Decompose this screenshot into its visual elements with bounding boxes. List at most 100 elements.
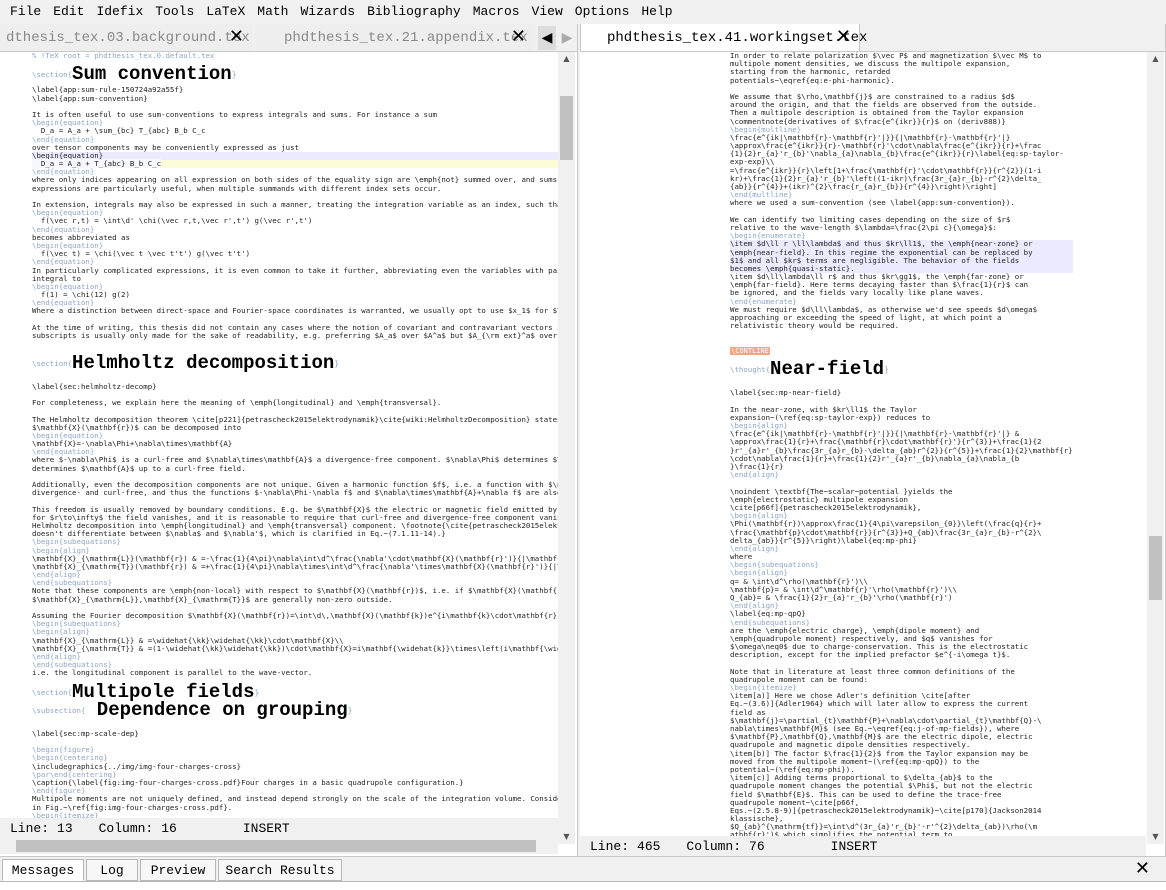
code-line[interactable]: over tensor components may be convenient… [32, 143, 558, 152]
code-line[interactable]: $\mathbf{X}(\mathbf{r})$ can be decompos… [32, 423, 558, 432]
code-line[interactable]: relativistic theory would be required. [730, 322, 1073, 330]
scroll-up-icon[interactable]: ▲ [558, 52, 575, 66]
menu-item-latex[interactable]: LaTeX [200, 0, 251, 24]
code-line[interactable]: potentials~\eqref{eq:e-phi-harmonic}. [730, 76, 1073, 85]
column-value: 76 [749, 838, 765, 854]
code-line[interactable]: \label{app:sum-convention} [32, 94, 558, 103]
code-text: \mathbf{X}_{\mathrm{T}}(\mathbf{r}) & =+… [32, 561, 558, 571]
close-icon[interactable]: ✕ [1135, 858, 1150, 879]
code-line[interactable]: \subsection{ Dependence on grouping} [32, 700, 558, 722]
code-line[interactable]: integral to [32, 274, 558, 283]
left-editor[interactable]: % !TeX root = phdthesis_tex.0.default.te… [0, 52, 558, 818]
code-line[interactable]: \mathbf{X}_{\mathrm{T}}(\mathbf{r}) & =+… [32, 561, 558, 571]
code-line[interactable]: delta_{ab}}{r^{5}}\right)\label{eq:mp-ph… [730, 536, 1073, 545]
code-line[interactable]: \begin{figure} [32, 746, 558, 754]
close-icon[interactable]: ✕ [229, 28, 244, 46]
right-editor-pane: phdthesis_tex.41.workingset.tex ✕ In ord… [580, 24, 1166, 856]
code-line[interactable]: For completeness, we explain here the me… [32, 399, 558, 407]
code-area[interactable]: In order to relate polarization $\vec P$… [730, 52, 1073, 836]
code-line[interactable]: \section{Helmholtz decomposition} [32, 353, 558, 375]
chevron-left-icon[interactable]: ◀ [538, 26, 556, 50]
code-line[interactable]: \CONTLINE [730, 346, 1073, 355]
code-line[interactable]: D_a = A_a + T_{abc} B_b C_c [32, 159, 558, 169]
code-line[interactable]: \begin{subequations} [32, 620, 558, 628]
code-line[interactable]: f(\vec r,t) = \int\d' \chi(\vec r,t,\vec… [32, 217, 558, 225]
code-line[interactable]: \caption{\label{fig:img-four-charges-cro… [32, 778, 558, 787]
scroll-up-icon[interactable]: ▲ [1147, 52, 1164, 66]
code-text: subscripts is usually only made for the … [32, 331, 558, 340]
close-icon[interactable]: ✕ [511, 28, 526, 46]
code-line[interactable]: determines $\mathbf{A}$ up to a curl-fre… [32, 464, 558, 473]
code-line[interactable]: where we used a sum-convention (see \lab… [730, 199, 1073, 207]
menu-item-math[interactable]: Math [251, 0, 294, 24]
menu-item-wizards[interactable]: Wizards [295, 0, 362, 24]
tab-label: dthesis_tex.03.background.tex [6, 30, 250, 46]
menu-item-edit[interactable]: Edit [47, 0, 90, 24]
code-line[interactable] [730, 339, 1073, 347]
scroll-thumb[interactable] [560, 96, 573, 160]
scroll-thumb[interactable] [16, 840, 536, 852]
code-line[interactable]: \begin{subequations} [32, 538, 558, 546]
code-line[interactable]: \thought{Near-field} [730, 360, 1073, 381]
vertical-scrollbar[interactable]: ▲ ▼ [558, 52, 575, 844]
menu-item-file[interactable]: File [4, 0, 47, 24]
code-line[interactable]: description, except for the implied pref… [730, 651, 1073, 659]
code-line[interactable]: Eq.~(3.6)]{Adler1964} which will later a… [730, 700, 1073, 708]
code-line[interactable] [32, 738, 558, 746]
code-line[interactable]: In particularly complicated expressions,… [32, 266, 558, 275]
code-line[interactable]: f(\vec t) = \chi(\vec t \vec t't') g(\ve… [32, 250, 558, 258]
code-text: % !TeX root = phdthesis_tex.0.default.te… [32, 52, 215, 60]
code-line[interactable]: i.e. the longitudinal component is paral… [32, 669, 558, 677]
menu-item-options[interactable]: Options [569, 0, 636, 24]
code-line[interactable]: \label{sec:mp-near-field} [730, 389, 1073, 397]
tab-messages[interactable]: Messages [2, 859, 84, 881]
tab-background[interactable]: dthesis_tex.03.background.tex ✕ [0, 24, 252, 51]
code-line[interactable]: Q_{ab}= & \frac{1}{2}r_{a}'r_{b}'\rho(\m… [730, 593, 1073, 602]
code-line[interactable]: \section{Sum convention} [32, 65, 558, 86]
menu-item-tools[interactable]: Tools [149, 0, 200, 24]
code-line[interactable] [730, 330, 1073, 338]
tab-appendix[interactable]: phdthesis_tex.21.appendix.tex ✕ [256, 24, 534, 51]
scroll-thumb[interactable] [1149, 536, 1162, 600]
scroll-down-icon[interactable]: ▼ [558, 830, 575, 844]
menu-item-help[interactable]: Help [635, 0, 678, 24]
code-text: \mathbf{X}_{\mathrm{T}} & =(1-\widehat{\… [32, 643, 558, 653]
code-line[interactable]: in Fig.~\ref{fig:img-four-charges-cross.… [32, 803, 558, 812]
menu-item-view[interactable]: View [526, 0, 569, 24]
code-line[interactable]: D_a = A_a + \sum_{bc} T_{abc} B_b C_c [32, 127, 558, 135]
code-line[interactable]: \mathbf{X}_{\mathrm{T}} & =(1-\widehat{\… [32, 643, 558, 653]
tab-workingset[interactable]: phdthesis_tex.41.workingset.tex ✕ [580, 24, 867, 51]
code-line[interactable]: divergence- and curl-free, and thus the … [32, 489, 558, 497]
code-line[interactable]: \end{align} [730, 471, 1073, 479]
code-line[interactable]: subscripts is usually only made for the … [32, 331, 558, 340]
code-line[interactable] [32, 340, 558, 348]
tab-log[interactable]: Log [86, 859, 138, 881]
horizontal-scrollbar[interactable] [0, 838, 558, 854]
vertical-scrollbar[interactable]: ▲ ▼ [1147, 52, 1164, 844]
code-line[interactable]: \label{sec:helmholtz-decomp} [32, 382, 558, 391]
code-line[interactable]: becomes abbreviated as [32, 233, 558, 242]
code-line[interactable]: \mathbf{X}=-\nabla\Phi+\nabla\times\math… [32, 439, 558, 448]
right-editor[interactable]: In order to relate polarization $\vec P$… [580, 52, 1146, 836]
chevron-right-icon[interactable]: ▶ [558, 26, 576, 50]
tab-preview[interactable]: Preview [140, 859, 216, 881]
menu-item-macros[interactable]: Macros [467, 0, 526, 24]
tab-search-results[interactable]: Search Results [218, 859, 342, 881]
code-line[interactable]: Where a distinction between direct-space… [32, 307, 558, 315]
code-line[interactable]: \label{sec:mp-scale-dep} [32, 729, 558, 738]
code-line[interactable]: It is often useful to use sum-convention… [32, 110, 558, 119]
code-line[interactable]: expressions are particularly useful, whe… [32, 184, 558, 193]
messages-panel [0, 881, 1166, 890]
code-line[interactable]: }\frac{1}{r} [730, 462, 1073, 471]
code-line[interactable]: % !TeX root = phdthesis_tex.0.default.te… [32, 52, 558, 60]
scroll-down-icon[interactable]: ▼ [1147, 830, 1164, 844]
code-line[interactable]: In extension, integrals may also be expr… [32, 200, 558, 209]
menu-item-idefix[interactable]: Idefix [90, 0, 149, 24]
code-area[interactable]: % !TeX root = phdthesis_tex.0.default.te… [32, 52, 558, 818]
code-line[interactable]: f(1) = \chi(12) g(2) [32, 290, 558, 299]
close-icon[interactable]: ✕ [836, 28, 851, 46]
code-line[interactable]: \end{align} [730, 544, 1073, 553]
menu-item-bibliography[interactable]: Bibliography [361, 0, 467, 24]
code-line[interactable]: $\mathbf{X}_{\mathrm{L}},\mathbf{X}_{\ma… [32, 595, 558, 604]
code-line[interactable]: {1}{2}r_{a}'r_{b}'\nabla_{a}\nabla_{b}\f… [730, 150, 1073, 158]
